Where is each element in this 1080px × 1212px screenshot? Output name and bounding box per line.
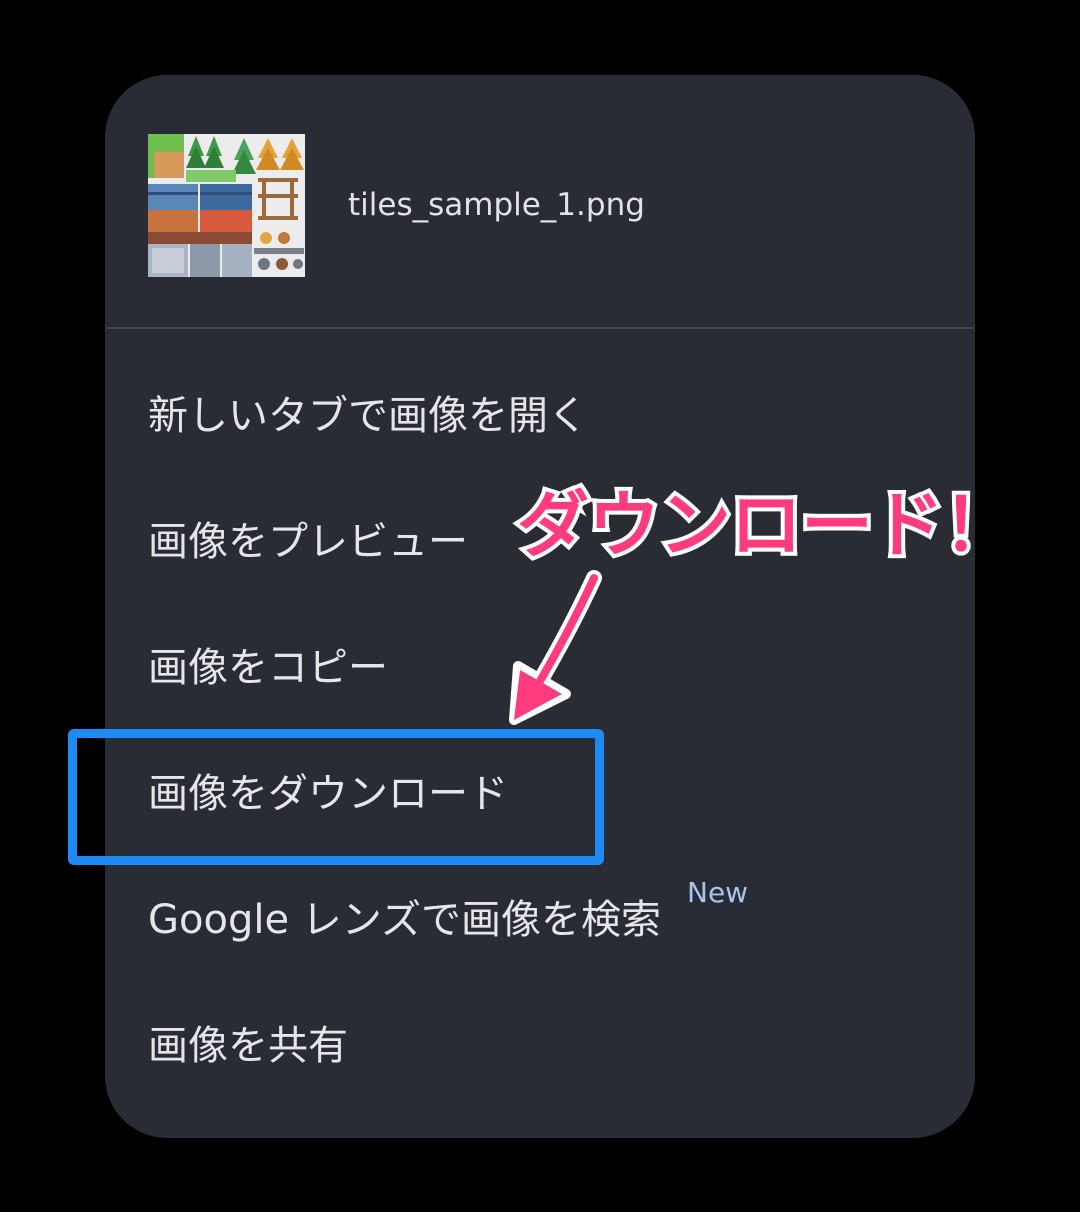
menu-divider — [105, 327, 975, 329]
share-image-item[interactable]: 画像を共有 — [105, 988, 975, 1098]
tileset-thumbnail-icon — [148, 134, 305, 277]
image-thumbnail — [148, 134, 305, 277]
download-callout-text: ダウンロード！ — [513, 479, 1019, 571]
menu-item-label: 画像を共有 — [148, 1023, 348, 1069]
menu-item-label: 新しいタブで画像を開く — [148, 393, 588, 439]
download-image-item[interactable]: 画像をダウンロード — [105, 736, 975, 846]
menu-item-label: 画像をプレビュー — [148, 519, 468, 565]
menu-item-label: Google レンズで画像を検索 — [148, 897, 661, 943]
search-image-with-google-lens-item[interactable]: Google レンズで画像を検索 New — [105, 862, 975, 972]
menu-item-label: 画像をコピー — [148, 645, 388, 691]
menu-item-label: 画像をダウンロード — [148, 771, 508, 817]
open-image-in-new-tab-item[interactable]: 新しいタブで画像を開く — [105, 358, 975, 468]
new-badge: New — [687, 876, 749, 909]
menu-header: tiles_sample_1.png — [105, 75, 975, 327]
file-name: tiles_sample_1.png — [348, 187, 645, 223]
arrow-down-left-icon — [509, 570, 602, 725]
